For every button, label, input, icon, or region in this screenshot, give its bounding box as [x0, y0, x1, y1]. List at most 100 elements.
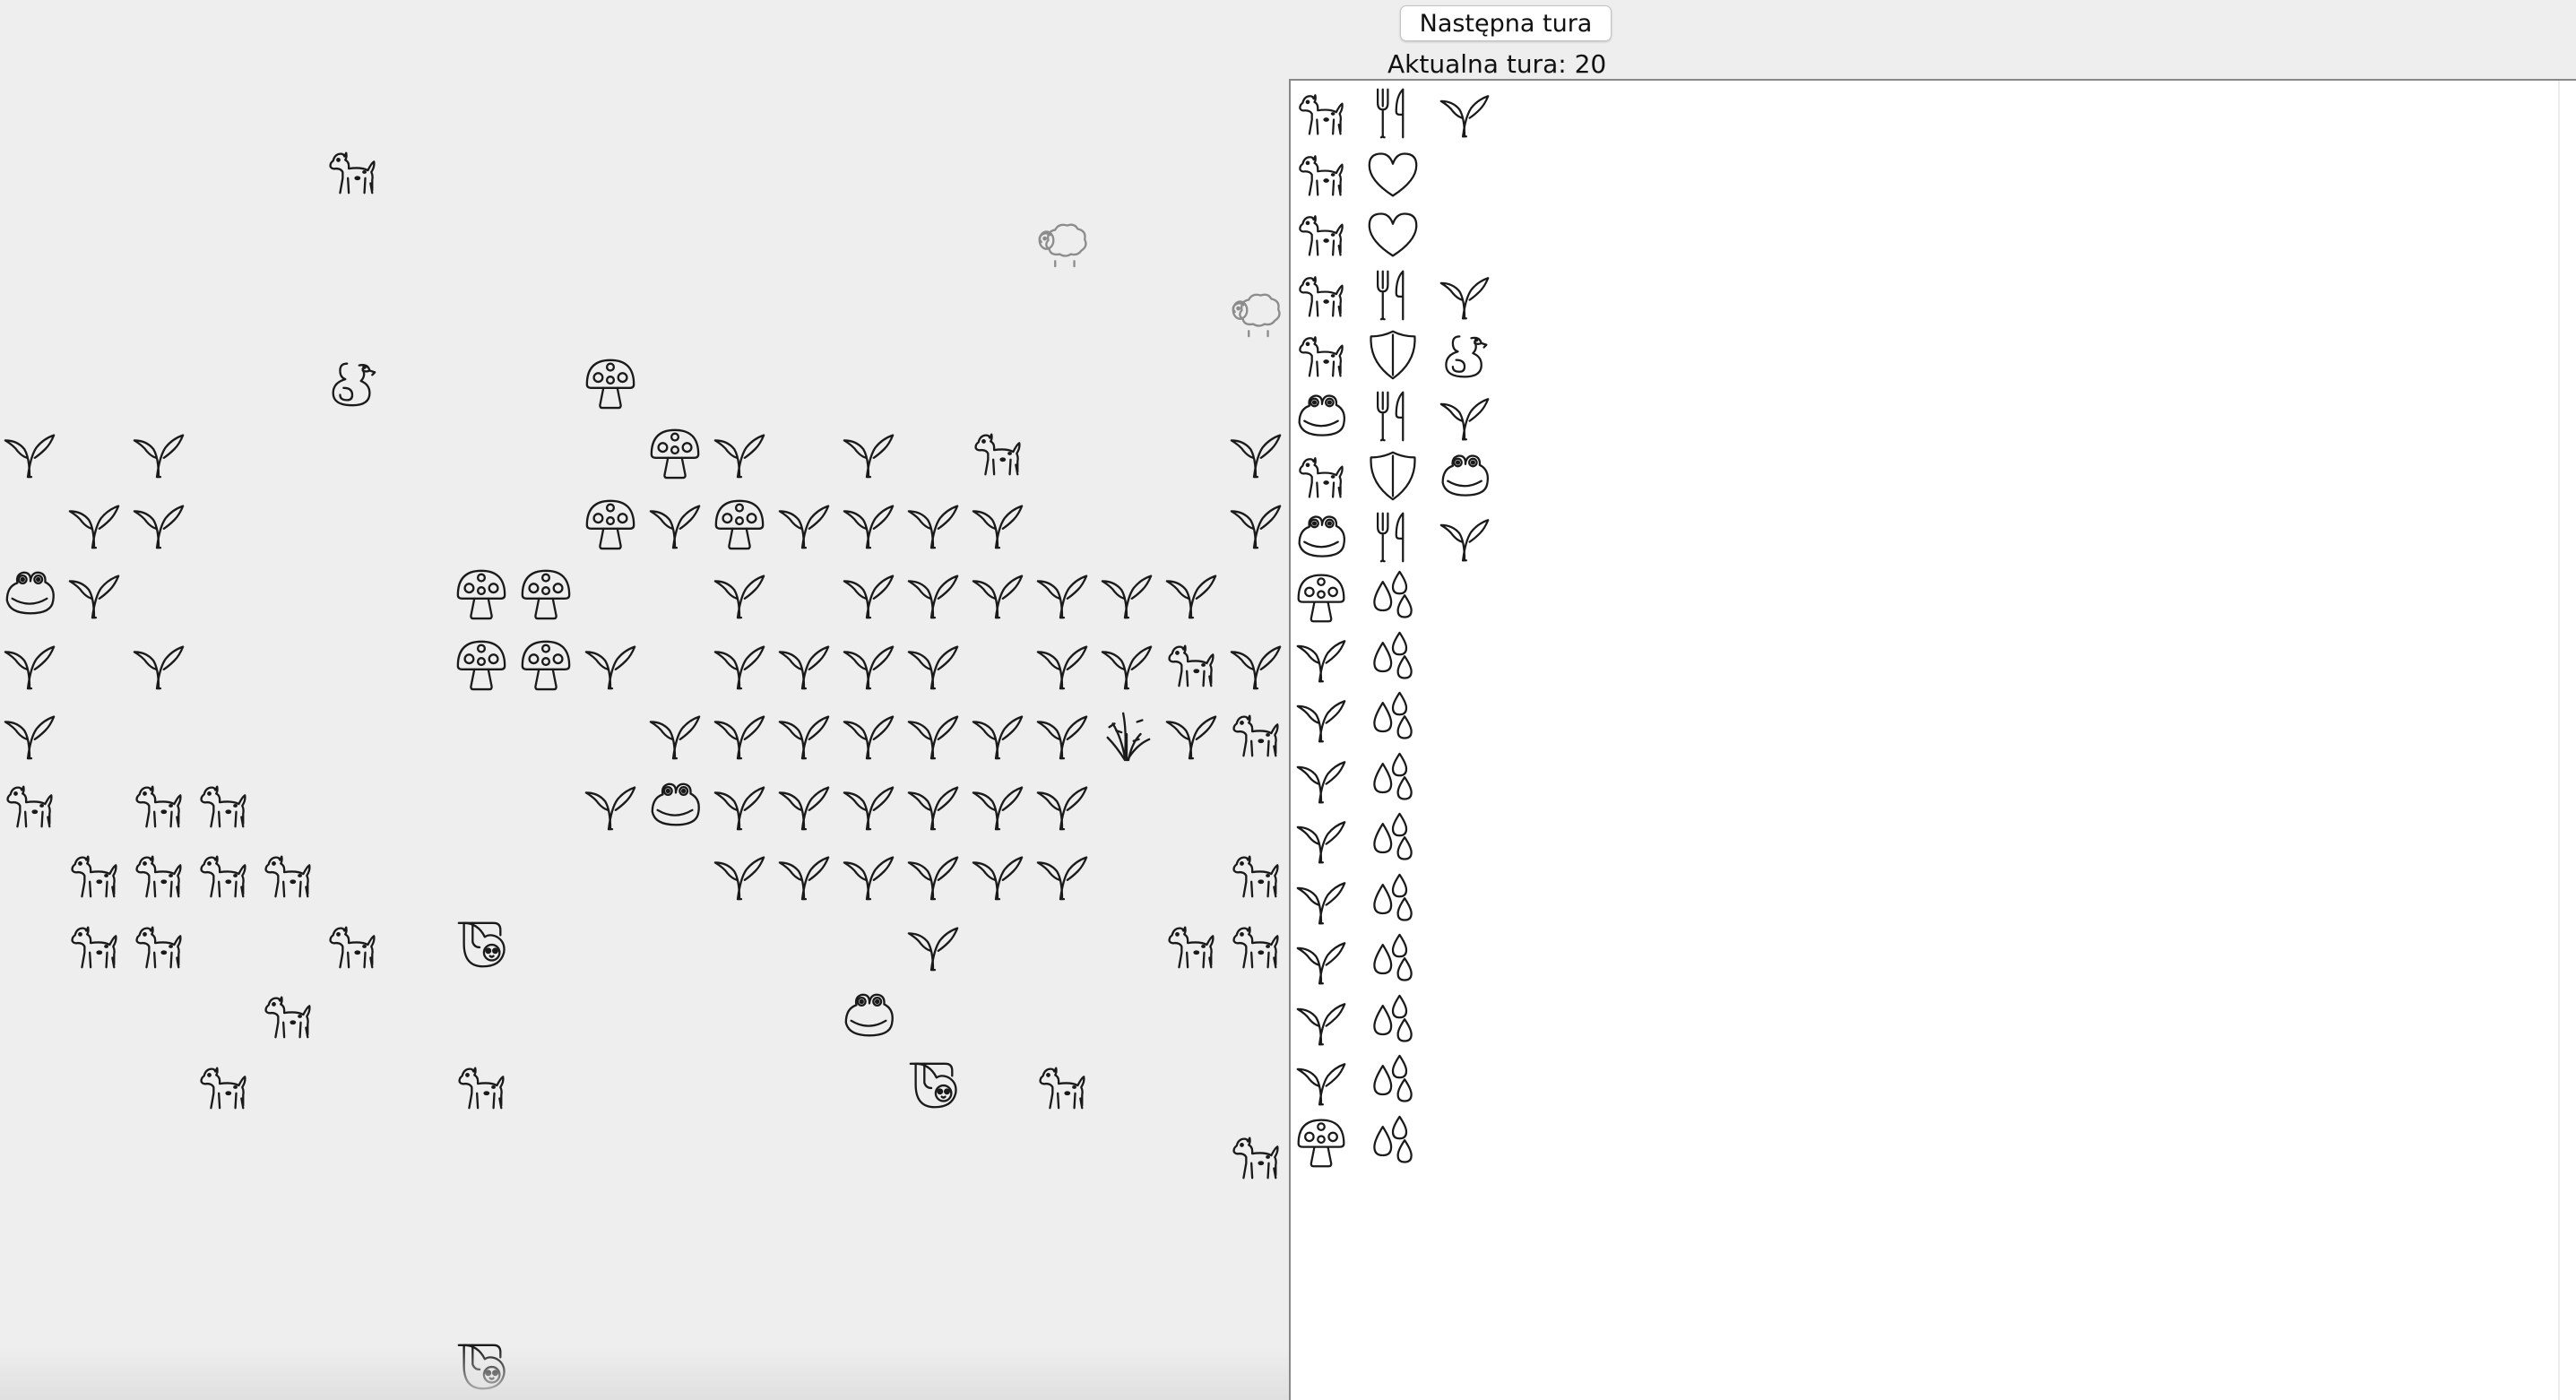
grass-icon [1294, 631, 1348, 685]
wolf-icon [66, 847, 122, 903]
grass-icon [131, 496, 186, 551]
fork-knife-icon [1366, 389, 1420, 443]
grass-icon [1099, 636, 1154, 692]
drops-icon [1366, 570, 1420, 624]
grass-icon [583, 777, 638, 833]
drops-icon [1366, 994, 1420, 1048]
wolf-icon [1228, 918, 1284, 973]
grass-icon [1163, 566, 1219, 621]
wolf-icon [195, 777, 251, 833]
toad-icon [647, 777, 703, 833]
grass-icon [1294, 994, 1348, 1048]
drops-icon [1366, 631, 1420, 685]
event-log-panel[interactable] [1289, 79, 2576, 1400]
grass-icon [905, 777, 961, 833]
log-entry [1291, 752, 2528, 813]
wolf-icon [1034, 1059, 1090, 1114]
log-entry [1291, 1054, 2528, 1115]
grass-icon [66, 566, 122, 621]
wolf-icon [1294, 147, 1348, 201]
log-entry [1291, 268, 2528, 329]
grass-icon [647, 706, 703, 762]
heart-icon [1366, 207, 1420, 261]
next-turn-button[interactable]: Następna tura [1400, 5, 1612, 41]
grass-icon [2, 636, 57, 692]
toad-icon [1438, 449, 1491, 503]
grass-icon [841, 496, 896, 551]
log-entry [1291, 328, 2528, 389]
wolf-icon [1294, 86, 1348, 140]
mushroom-icon [518, 566, 574, 621]
grass-icon [970, 706, 1025, 762]
log-entry [1291, 147, 2528, 208]
grass-icon [2, 425, 57, 480]
grass-icon [841, 706, 896, 762]
grass-icon [1294, 812, 1348, 866]
log-entry [1291, 812, 2528, 873]
grass-icon [1034, 706, 1090, 762]
grass-icon [583, 636, 638, 692]
snake-icon [1438, 328, 1491, 382]
wolf-icon [1294, 328, 1348, 382]
wolf-icon [1294, 268, 1348, 322]
snake-icon [324, 355, 380, 410]
grass-icon [1228, 425, 1284, 480]
grass-icon [841, 425, 896, 480]
grass-icon [776, 777, 832, 833]
grass-icon [1163, 706, 1219, 762]
log-entry [1291, 207, 2528, 268]
drops-icon [1366, 812, 1420, 866]
grass-icon [1034, 847, 1090, 903]
grass-icon [970, 496, 1025, 551]
wolf-icon [324, 918, 380, 973]
grass-icon [131, 425, 186, 480]
grass-icon [1294, 873, 1348, 927]
grass-icon [1438, 389, 1491, 443]
wolf-icon [195, 847, 251, 903]
sheep-icon [1034, 214, 1090, 270]
grass-icon [712, 425, 767, 480]
grass-icon [712, 777, 767, 833]
grass-icon [1228, 636, 1284, 692]
mushroom-icon [1294, 1115, 1348, 1169]
log-entry [1291, 389, 2528, 450]
grass-icon [647, 496, 703, 551]
log-scrollbar-track[interactable] [2558, 81, 2560, 1400]
fork-knife-icon [1366, 86, 1420, 140]
log-entry [1291, 933, 2528, 994]
mushroom-icon [518, 636, 574, 692]
wolf-icon [66, 918, 122, 973]
drops-icon [1366, 1115, 1420, 1169]
current-turn-label: Aktualna tura: 20 [1387, 49, 1607, 79]
grass-icon [776, 706, 832, 762]
log-entry [1291, 449, 2528, 510]
world-board[interactable] [0, 79, 1289, 1400]
wolf-icon [131, 918, 186, 973]
grass-icon [841, 636, 896, 692]
sloth-icon [454, 918, 509, 973]
grass-icon [905, 496, 961, 551]
grass-icon [841, 847, 896, 903]
grass-icon [905, 706, 961, 762]
sloth-icon [905, 1059, 961, 1114]
grass-icon [712, 566, 767, 621]
wolf-icon [1294, 207, 1348, 261]
log-entry [1291, 1115, 2528, 1176]
mushroom-icon [454, 636, 509, 692]
grass-icon [1438, 510, 1491, 564]
shield-icon [1366, 328, 1420, 382]
wolf-icon [970, 425, 1025, 480]
grass-icon [841, 566, 896, 621]
wolf-icon [131, 777, 186, 833]
grass-icon [1438, 268, 1491, 322]
log-entry [1291, 631, 2528, 692]
drops-icon [1366, 752, 1420, 806]
mushroom-icon [1294, 570, 1348, 624]
grass-icon [905, 847, 961, 903]
toad-icon [2, 566, 57, 621]
grass-icon [905, 636, 961, 692]
wolf-icon [1228, 1128, 1284, 1184]
sheep-icon [1228, 284, 1284, 340]
grass-icon [2, 706, 57, 762]
grass-icon [970, 566, 1025, 621]
